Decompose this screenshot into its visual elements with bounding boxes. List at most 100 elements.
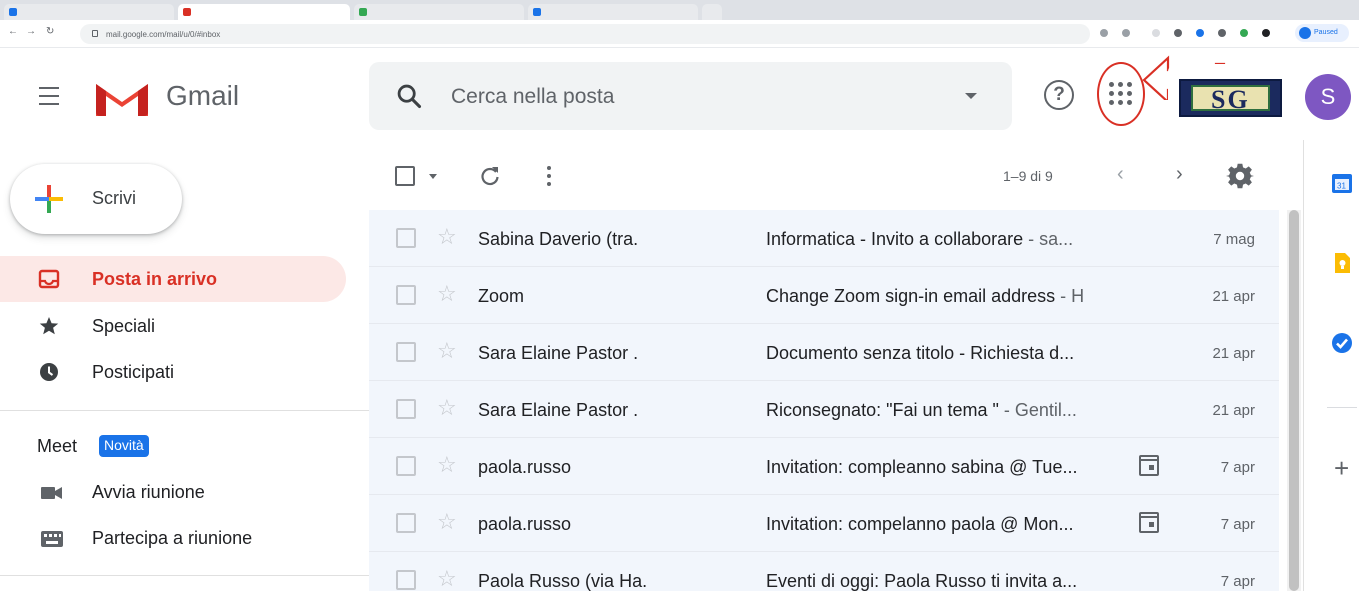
- search-bar[interactable]: [369, 62, 1012, 130]
- search-options-icon[interactable]: [965, 93, 977, 99]
- zoom-icon[interactable]: [1100, 29, 1108, 37]
- row-checkbox[interactable]: [396, 228, 416, 248]
- browser-tab-active[interactable]: [178, 4, 350, 20]
- star-outline-icon[interactable]: ☆: [437, 510, 457, 534]
- email-row[interactable]: ☆ Zoom Change Zoom sign-in email address…: [369, 267, 1279, 324]
- email-sender: paola.russo: [478, 457, 572, 477]
- add-addon-icon[interactable]: +: [1334, 455, 1349, 481]
- extension-icon[interactable]: [1196, 29, 1204, 37]
- row-checkbox[interactable]: [396, 285, 416, 305]
- meet-join-meeting[interactable]: Partecipa a riunione: [0, 520, 346, 560]
- back-icon[interactable]: ←: [8, 26, 18, 37]
- sidebar-divider: [0, 410, 369, 411]
- email-date: 21 apr: [1212, 288, 1255, 305]
- star-outline-icon[interactable]: ☆: [437, 453, 457, 477]
- new-tab-button[interactable]: [702, 4, 722, 20]
- email-subject: Riconsegnato: "Fai un tema ": [766, 400, 999, 420]
- email-subject-line: Informatica - Invito a collaborare - sa.…: [766, 229, 1073, 250]
- email-sender: Sabina Daverio (tra.: [478, 229, 639, 249]
- browser-toolbar: ← → ↻ mail.google.com/mail/u/0/#inbox Pa…: [0, 20, 1359, 48]
- profile-avatar-icon: [1299, 27, 1311, 39]
- extension-icon[interactable]: [1218, 29, 1226, 37]
- email-subject-line: Eventi di oggi: Paola Russo ti invita a.…: [766, 571, 1077, 591]
- star-outline-icon[interactable]: ☆: [437, 282, 457, 306]
- account-avatar[interactable]: S: [1305, 74, 1351, 120]
- row-checkbox[interactable]: [396, 342, 416, 362]
- email-snippet: - H: [1055, 286, 1085, 306]
- sidebar-divider: [0, 575, 369, 576]
- email-row[interactable]: ☆ paola.russo Invitation: compelanno pao…: [369, 495, 1279, 552]
- email-row[interactable]: ☆ Sabina Daverio (tra. Informatica - Inv…: [369, 210, 1279, 267]
- more-options-icon[interactable]: [546, 166, 552, 188]
- email-date: 21 apr: [1212, 345, 1255, 362]
- email-row[interactable]: ☆ Sara Elaine Pastor . Riconsegnato: "Fa…: [369, 381, 1279, 438]
- email-subject: Informatica - Invito a collaborare: [766, 229, 1024, 249]
- sidebar-item-label: Posta in arrivo: [92, 269, 218, 289]
- calendar-icon[interactable]: 31: [1331, 172, 1353, 194]
- tasks-icon[interactable]: [1331, 332, 1353, 354]
- email-sender: Zoom: [478, 286, 525, 306]
- row-checkbox[interactable]: [396, 570, 416, 590]
- browser-tab[interactable]: [528, 4, 698, 20]
- next-page-icon[interactable]: ›: [1176, 163, 1183, 186]
- search-input[interactable]: [451, 82, 931, 112]
- extension-icon[interactable]: [1152, 29, 1160, 37]
- browser-profile-button[interactable]: Paused: [1295, 24, 1349, 42]
- email-date: 7 apr: [1220, 516, 1255, 533]
- extension-icon[interactable]: [1174, 29, 1182, 37]
- account-area: SG S: [1168, 64, 1358, 130]
- select-all-checkbox[interactable]: [395, 166, 415, 186]
- address-bar[interactable]: mail.google.com/mail/u/0/#inbox: [80, 24, 1090, 44]
- scrollbar-thumb[interactable]: [1289, 210, 1299, 591]
- forward-icon[interactable]: →: [26, 26, 36, 37]
- sidebar-item-starred[interactable]: Speciali: [0, 303, 346, 349]
- browser-tab-strip: [0, 0, 1359, 20]
- sidebar-item-label: Posticipati: [92, 362, 175, 382]
- bookmark-star-icon[interactable]: [1122, 29, 1130, 37]
- email-subject: Change Zoom sign-in email address: [766, 286, 1056, 306]
- settings-gear-icon[interactable]: [1226, 162, 1254, 190]
- keep-icon[interactable]: [1331, 252, 1353, 274]
- select-options-icon[interactable]: [429, 174, 437, 179]
- row-checkbox[interactable]: [396, 456, 416, 476]
- star-outline-icon[interactable]: ☆: [437, 339, 457, 363]
- email-row[interactable]: ☆ paola.russo Invitation: compleanno sab…: [369, 438, 1279, 495]
- search-icon[interactable]: [395, 82, 423, 110]
- calendar-event-icon[interactable]: [1139, 455, 1159, 476]
- extension-icon[interactable]: [1262, 29, 1270, 37]
- organization-logo[interactable]: SG: [1179, 79, 1282, 117]
- star-outline-icon[interactable]: ☆: [437, 567, 457, 591]
- star-outline-icon[interactable]: ☆: [437, 396, 457, 420]
- email-list: ☆ Sabina Daverio (tra. Informatica - Inv…: [369, 210, 1279, 591]
- star-outline-icon[interactable]: ☆: [437, 225, 457, 249]
- row-checkbox[interactable]: [396, 513, 416, 533]
- meet-item-label: Partecipa a riunione: [92, 528, 253, 548]
- side-panel-divider: [1327, 407, 1357, 408]
- side-panel: [1303, 140, 1359, 591]
- email-sender: Sara Elaine Pastor .: [478, 343, 639, 363]
- sidebar-item-snoozed[interactable]: Posticipati: [0, 349, 346, 395]
- new-badge: Novità: [99, 435, 149, 457]
- meet-start-meeting[interactable]: Avvia riunione: [0, 474, 346, 514]
- compose-button[interactable]: Scrivi: [10, 164, 182, 234]
- calendar-event-icon[interactable]: [1139, 512, 1159, 533]
- email-row[interactable]: ☆ Paola Russo (via Ha. Eventi di oggi: P…: [369, 552, 1279, 591]
- lock-icon: [92, 30, 98, 37]
- extension-icon[interactable]: [1240, 29, 1248, 37]
- pagination-label: 1–9 di 9: [1003, 168, 1053, 184]
- browser-tab[interactable]: [354, 4, 524, 20]
- email-subject-line: Change Zoom sign-in email address - H: [766, 286, 1084, 307]
- refresh-icon[interactable]: [478, 164, 502, 188]
- main-menu-button[interactable]: [30, 80, 70, 114]
- browser-tab[interactable]: [4, 4, 174, 20]
- email-sender: Paola Russo (via Ha.: [478, 571, 648, 591]
- row-checkbox[interactable]: [396, 399, 416, 419]
- sidebar-item-inbox[interactable]: Posta in arrivo: [0, 256, 346, 302]
- email-snippet: - sa...: [1023, 229, 1074, 249]
- email-row[interactable]: ☆ Sara Elaine Pastor . Documento senza t…: [369, 324, 1279, 381]
- gmail-wordmark: Gmail: [166, 80, 240, 111]
- email-date: 7 apr: [1220, 573, 1255, 590]
- previous-page-icon[interactable]: ‹: [1117, 163, 1124, 186]
- help-icon[interactable]: ?: [1044, 80, 1074, 110]
- reload-icon[interactable]: ↻: [46, 26, 54, 37]
